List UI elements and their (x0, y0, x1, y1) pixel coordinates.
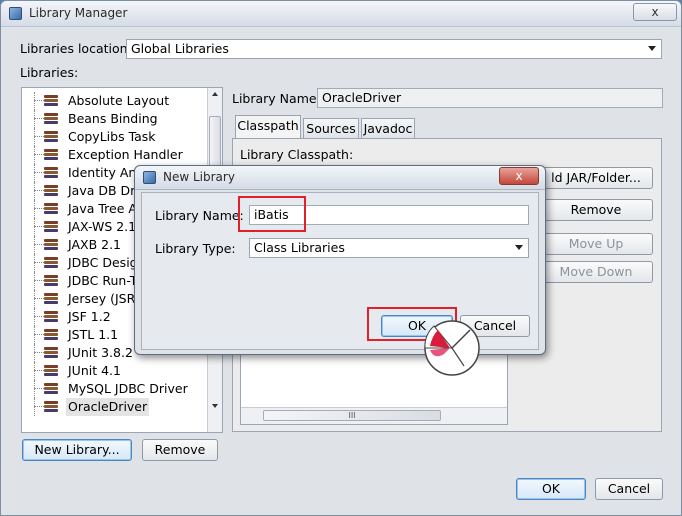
library-item[interactable]: Absolute Layout (22, 92, 212, 110)
library-item-label: JDBC Run-T (68, 273, 138, 288)
libraries-location-value: Global Libraries (131, 41, 229, 56)
window-title: Library Manager (29, 6, 128, 20)
remove-library-button[interactable]: Remove (142, 439, 218, 461)
app-icon (9, 7, 22, 20)
library-item-label: CopyLibs Task (68, 129, 156, 144)
library-item-label: JSTL 1.1 (68, 327, 119, 342)
library-item-label: JUnit 3.8.2 (68, 345, 133, 360)
library-item[interactable]: CopyLibs Task (22, 128, 212, 146)
library-books-icon (44, 293, 58, 305)
libraries-location-select[interactable]: Global Libraries (126, 39, 662, 59)
library-type-select[interactable]: Class Libraries (249, 238, 529, 258)
library-item-label: JUnit 4.1 (68, 363, 121, 378)
library-item[interactable]: JUnit 4.1 (22, 362, 212, 380)
library-item-label: Java Tree A (68, 201, 137, 216)
library-item-label: Absolute Layout (68, 93, 170, 108)
library-books-icon (44, 221, 58, 233)
library-item-label: JSF 1.2 (68, 309, 111, 324)
library-books-icon (44, 239, 58, 251)
library-item-label: JAX-WS 2.1 (68, 219, 137, 234)
scroll-down-icon[interactable] (212, 404, 218, 408)
library-books-icon (44, 311, 58, 323)
chevron-down-icon (515, 245, 523, 250)
library-item[interactable]: Beans Binding (22, 110, 212, 128)
dialog-app-icon (143, 171, 156, 184)
library-books-icon (44, 347, 58, 359)
library-books-icon (44, 329, 58, 341)
chevron-down-icon (648, 46, 656, 51)
library-item[interactable]: MySQL JDBC Driver (22, 380, 212, 398)
libraries-location-label: Libraries location: (20, 41, 132, 56)
classpath-scroll-thumb[interactable]: III (263, 410, 441, 421)
scroll-up-icon[interactable] (212, 92, 218, 96)
tab-javadoc[interactable]: Javadoc (361, 118, 415, 138)
dialog-title: New Library (163, 170, 235, 184)
library-item-label: Exception Handler (68, 147, 183, 162)
dialog-name-label: Library Name: (155, 208, 244, 223)
library-books-icon (44, 185, 58, 197)
add-jar-folder-button[interactable]: ld JAR/Folder... (539, 167, 653, 189)
move-down-button[interactable]: Move Down (539, 261, 653, 283)
library-name-label: Library Name: (232, 91, 321, 106)
tab-sources[interactable]: Sources (303, 118, 359, 138)
dialog-type-label: Library Type: (155, 241, 236, 256)
library-books-icon (44, 365, 58, 377)
dialog-title-bar: New Library x (135, 166, 545, 190)
library-name-field[interactable]: OracleDriver (317, 88, 663, 108)
library-books-icon (44, 401, 58, 413)
library-books-icon (44, 203, 58, 215)
title-bar: Library Manager x (1, 1, 681, 27)
library-books-icon (44, 149, 58, 161)
library-books-icon (44, 131, 58, 143)
classpath-hscrollbar[interactable]: III (241, 407, 507, 424)
name-highlight (238, 196, 306, 232)
library-item-label: Beans Binding (68, 111, 158, 126)
library-books-icon (44, 383, 58, 395)
new-library-dialog: New Library x Library Name: iBatis Libra… (134, 165, 546, 355)
library-item[interactable]: OracleDriver (22, 398, 212, 416)
library-item-label: JAXB 2.1 (68, 237, 122, 252)
remove-classpath-button[interactable]: Remove (539, 199, 653, 221)
close-button[interactable]: x (633, 3, 677, 21)
library-item[interactable]: Exception Handler (22, 146, 212, 164)
library-item-label: OracleDriver (66, 398, 150, 416)
library-books-icon (44, 95, 58, 107)
library-type-value: Class Libraries (254, 240, 345, 255)
library-books-icon (44, 167, 58, 179)
new-library-button[interactable]: New Library... (22, 439, 132, 461)
libraries-label: Libraries: (20, 65, 79, 80)
move-up-button[interactable]: Move Up (539, 233, 653, 255)
mouse-click-icon (424, 320, 480, 376)
cancel-button[interactable]: Cancel (595, 478, 663, 500)
ok-button[interactable]: OK (516, 478, 586, 500)
library-books-icon (44, 113, 58, 125)
library-item-label: JDBC Desig (68, 255, 138, 270)
library-item-label: Jersey (JSR (68, 291, 136, 306)
library-classpath-label: Library Classpath: (240, 147, 354, 162)
library-books-icon (44, 257, 58, 269)
library-books-icon (44, 275, 58, 287)
library-item-label: MySQL JDBC Driver (68, 381, 188, 396)
dialog-close-button[interactable]: x (499, 167, 539, 185)
tab-classpath[interactable]: Classpath (235, 115, 301, 139)
